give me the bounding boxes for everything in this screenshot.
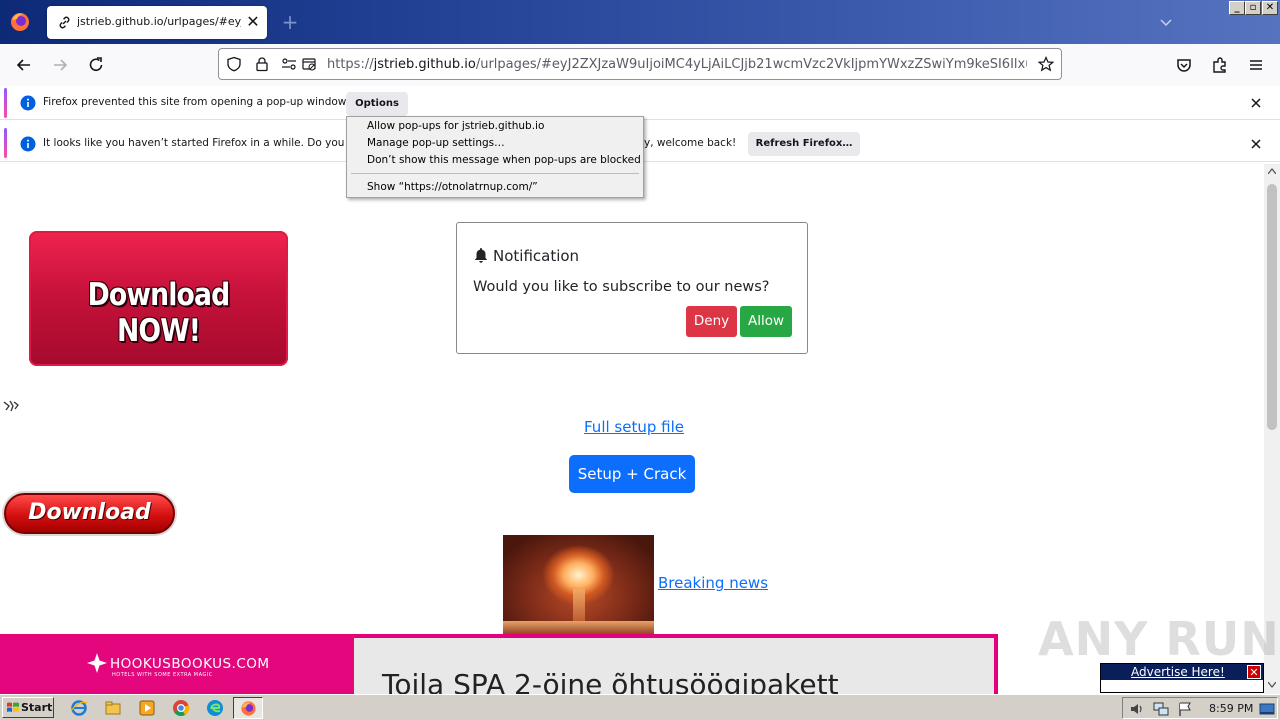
popup-blocked-message: Firefox prevented this site from opening… — [43, 96, 349, 108]
windows-logo-icon — [7, 702, 19, 712]
scrollbar-thumb[interactable] — [1267, 184, 1277, 430]
tab-close-icon[interactable]: ✕ — [243, 12, 263, 32]
notification-accent — [4, 88, 7, 118]
lock-icon[interactable] — [254, 56, 270, 72]
download-button[interactable]: Download — [4, 493, 175, 534]
advertise-close-button[interactable]: ✕ — [1247, 665, 1261, 679]
explosion-stem — [573, 589, 585, 625]
taskbar-firefox-button[interactable] — [233, 697, 263, 719]
navigation-bar: https://jstrieb.github.io/urlpages/#eyJ2… — [0, 44, 1280, 86]
internet-explorer-icon[interactable] — [70, 699, 88, 717]
setup-crack-button[interactable]: Setup + Crack — [569, 455, 695, 493]
url-path: /urlpages/#eyJ2ZXJzaW9uIjoiMC4yLjAiLCJjb… — [475, 57, 1027, 72]
system-tray: 8:59 PM — [1122, 697, 1278, 719]
maximize-button[interactable]: ▫ — [1245, 1, 1261, 15]
ad-brand-panel: HOOKUSBOOKUS.COM HOTELS WITH SOME EXTRA … — [0, 634, 354, 694]
menu-item-dont-show-message[interactable]: Don’t show this message when pop-ups are… — [367, 154, 641, 166]
refresh-message-end: y, welcome back! — [644, 137, 737, 149]
advertise-header: Advertise Here! ✕ — [1101, 664, 1263, 680]
pocket-icon[interactable] — [1174, 55, 1194, 75]
extensions-icon[interactable] — [1210, 55, 1230, 75]
firefox-icon — [241, 701, 256, 716]
tracking-protection-shield-icon[interactable] — [226, 56, 242, 72]
full-setup-file-link[interactable]: Full setup file — [584, 418, 684, 436]
subscribe-notification-box: Notification Would you like to subscribe… — [456, 222, 808, 354]
bell-icon — [475, 248, 487, 263]
start-label: Start — [21, 701, 53, 714]
close-icon[interactable] — [1248, 95, 1264, 111]
firefox-logo-icon[interactable] — [8, 10, 32, 34]
tab-title: jstrieb.github.io/urlpages/#eyJ2Z — [77, 15, 241, 28]
network-icon[interactable] — [1153, 701, 1169, 717]
tab-active[interactable]: jstrieb.github.io/urlpages/#eyJ2Z ✕ — [47, 6, 267, 39]
info-icon — [20, 136, 36, 152]
edge-icon[interactable] — [206, 699, 224, 717]
options-button[interactable]: Options — [346, 92, 408, 116]
explosion-ground — [503, 621, 654, 635]
flag-icon[interactable] — [1177, 701, 1193, 717]
close-icon[interactable] — [1248, 136, 1264, 152]
allow-button[interactable]: Allow — [740, 306, 792, 337]
url-text[interactable]: https://jstrieb.github.io/urlpages/#eyJ2… — [327, 57, 1027, 72]
new-tab-icon[interactable]: + — [280, 12, 300, 32]
ad-brand-name: HOOKUSBOOKUS.COM — [110, 656, 270, 672]
bookmark-star-icon[interactable] — [1038, 56, 1054, 72]
advertise-here-link[interactable]: Advertise Here! — [1131, 665, 1225, 679]
broken-image-icon — [3, 400, 19, 412]
file-explorer-icon[interactable] — [104, 699, 122, 717]
menu-item-manage-popup-settings[interactable]: Manage pop-up settings… — [367, 137, 505, 149]
start-button[interactable]: Start — [2, 697, 54, 718]
notification-title: Notification — [493, 247, 580, 265]
explosion-image[interactable] — [503, 535, 654, 635]
scroll-up-icon[interactable] — [1268, 168, 1276, 174]
link-icon — [59, 16, 70, 29]
notification-message: Would you like to subscribe to our news? — [473, 279, 770, 295]
menu-separator — [351, 173, 639, 174]
download-now-label: Download NOW! — [87, 277, 231, 349]
breaking-news-link[interactable]: Breaking news — [658, 574, 768, 592]
scroll-down-icon[interactable] — [1268, 682, 1276, 688]
media-player-icon[interactable] — [138, 699, 156, 717]
volume-icon[interactable] — [1129, 701, 1145, 717]
hotel-ad-banner[interactable]: HOOKUSBOOKUS.COM HOTELS WITH SOME EXTRA … — [0, 634, 998, 694]
reload-icon[interactable] — [86, 55, 106, 75]
star-logo-icon — [87, 653, 107, 673]
ad-headline: Toila SPA 2-öine õhtusöögipakett — [382, 668, 839, 694]
url-scheme: https:// — [327, 57, 374, 72]
menu-item-allow-popups[interactable]: Allow pop-ups for jstrieb.github.io — [367, 120, 544, 132]
menu-item-show-popup[interactable]: Show “https://otnolatrnup.com/” — [367, 181, 538, 193]
address-bar[interactable]: https://jstrieb.github.io/urlpages/#eyJ2… — [218, 48, 1062, 80]
refresh-firefox-button[interactable]: Refresh Firefox… — [748, 132, 860, 156]
popup-options-menu: Allow pop-ups for jstrieb.github.io Mana… — [346, 116, 644, 198]
advertise-widget: Advertise Here! ✕ — [1100, 663, 1264, 693]
ad-headline-panel: Toila SPA 2-öine õhtusöögipakett — [354, 638, 994, 694]
close-window-button[interactable]: ✕ — [1262, 1, 1278, 15]
notification-accent — [4, 128, 7, 158]
info-icon — [20, 95, 36, 111]
deny-button[interactable]: Deny — [686, 306, 737, 337]
refresh-message-start: It looks like you haven’t started Firefo… — [43, 137, 374, 149]
tab-bar: jstrieb.github.io/urlpages/#eyJ2Z ✕ + _ … — [0, 0, 1280, 44]
permissions-icon[interactable] — [281, 56, 297, 72]
list-all-tabs-icon[interactable] — [1158, 14, 1174, 30]
popup-blocked-icon[interactable] — [301, 56, 317, 72]
chrome-icon[interactable] — [172, 699, 190, 717]
popup-blocked-notification-bar: Firefox prevented this site from opening… — [0, 86, 1280, 120]
forward-icon[interactable] — [50, 55, 70, 75]
download-label: Download — [28, 500, 151, 525]
app-menu-icon[interactable] — [1246, 55, 1266, 75]
clock: 8:59 PM — [1209, 702, 1254, 715]
windows-taskbar: Start 8:59 PM — [0, 694, 1280, 720]
back-icon[interactable] — [14, 55, 34, 75]
download-now-banner[interactable]: Download NOW! — [29, 231, 288, 366]
anyrun-watermark: ANY RUN — [1038, 612, 1280, 666]
show-desktop-icon[interactable] — [1259, 701, 1275, 717]
minimize-button[interactable]: _ — [1229, 1, 1245, 15]
url-host: jstrieb.github.io — [373, 57, 476, 72]
ad-tagline: HOTELS WITH SOME EXTRA MAGIC — [112, 672, 213, 678]
